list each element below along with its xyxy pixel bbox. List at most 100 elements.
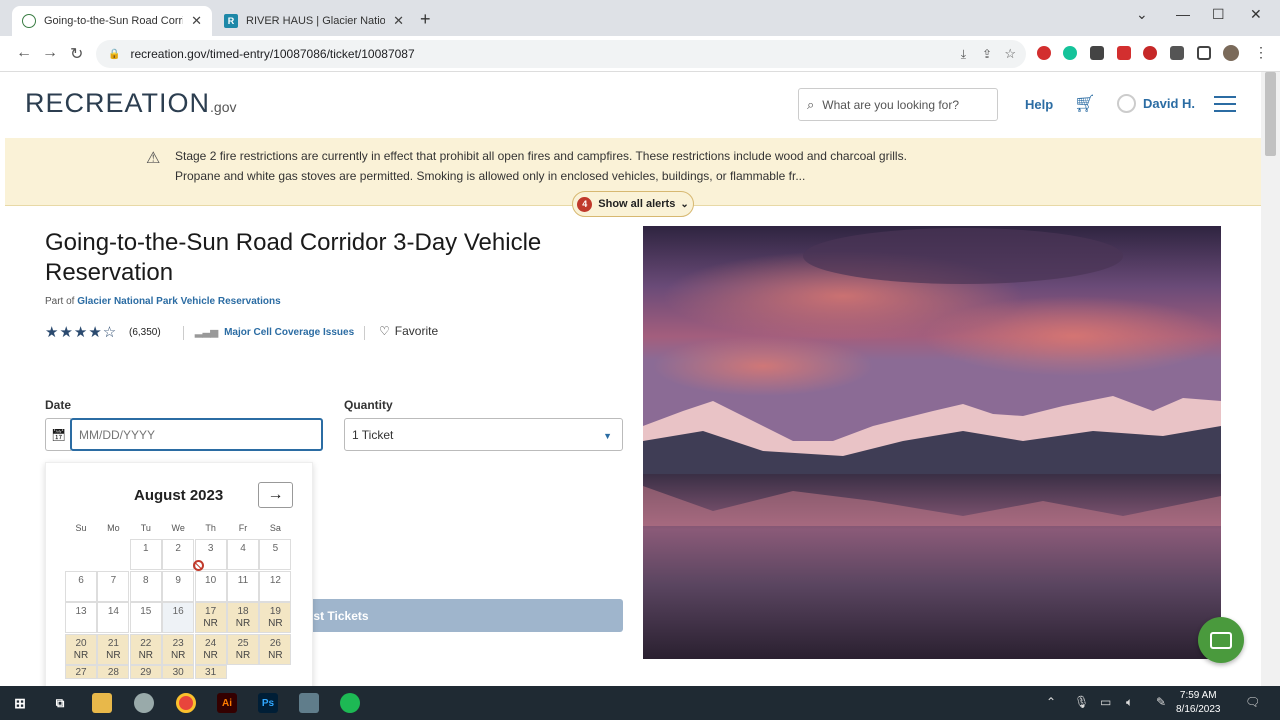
calendar-day[interactable]: 30 (162, 665, 195, 680)
calendar-day[interactable]: 6 (65, 570, 97, 602)
not-available-icon (193, 560, 204, 571)
calendar-day[interactable]: 16 (162, 602, 195, 634)
caret-down-icon: ▼ (603, 431, 612, 441)
close-tab-icon[interactable]: ✕ (191, 13, 202, 29)
back-icon[interactable]: ← (16, 44, 32, 62)
calendar-day[interactable]: 26 NR (259, 633, 292, 665)
chat-button[interactable] (1198, 617, 1244, 663)
task-view-icon[interactable]: ⧉ (50, 693, 70, 713)
extension-icon[interactable] (1117, 46, 1131, 60)
maximize-icon[interactable]: ☐ (1212, 6, 1225, 23)
install-icon[interactable]: ⤓ (961, 47, 966, 62)
photoshop-icon[interactable]: Ps (258, 693, 278, 713)
spotify-icon[interactable] (340, 693, 360, 713)
windows-start-icon[interactable]: ⊞ (10, 693, 30, 713)
volume-icon[interactable]: 🔈︎ (1126, 695, 1133, 710)
cart-icon[interactable]: 🛒︎ (1074, 94, 1096, 114)
adblock-extension-icon[interactable] (1037, 46, 1051, 60)
calendar-day[interactable]: 22 NR (129, 633, 162, 665)
puzzle-extensions-icon[interactable] (1170, 46, 1184, 60)
parent-link[interactable]: Glacier National Park Vehicle Reservatio… (77, 296, 280, 307)
share-icon[interactable]: ⇪ (982, 47, 992, 61)
calendar-day[interactable]: 20 NR (65, 633, 97, 665)
calendar-day[interactable]: 5 (259, 539, 292, 570)
calendar-day[interactable]: 31 (194, 665, 227, 680)
calendar-day[interactable]: 11 (227, 570, 259, 602)
notifications-icon[interactable]: 🗨︎ (1245, 695, 1260, 709)
calendar-day[interactable]: 15 (129, 602, 162, 634)
help-link[interactable]: Help (1025, 97, 1053, 112)
calendar-day[interactable]: 27 (65, 665, 97, 680)
calendar-empty-cell (97, 539, 129, 570)
tray-expand-icon[interactable]: ⌃ (1046, 695, 1056, 709)
calendar-day[interactable]: 7 (97, 570, 130, 602)
favorite-button[interactable]: ♡ Favorite (379, 324, 438, 338)
calendar-icon[interactable]: 📅︎ (45, 418, 71, 451)
reload-icon[interactable]: ↻ (70, 44, 83, 64)
new-tab-icon[interactable]: + (420, 9, 431, 30)
url-field[interactable]: 🔒 recreation.gov/timed-entry/10087086/ti… (96, 40, 1026, 68)
user-menu[interactable]: David H. (1117, 94, 1195, 113)
day-number: 13 (75, 606, 87, 618)
calendar-day[interactable]: 12 (259, 570, 292, 602)
grammarly-extension-icon[interactable] (1063, 46, 1077, 60)
weekday-label: Su (75, 523, 87, 533)
bookmark-star-icon[interactable]: ☆ (1004, 46, 1016, 62)
calendar-day[interactable]: 25 NR (227, 633, 259, 665)
illustrator-icon[interactable]: Ai (217, 693, 237, 713)
calendar-day[interactable]: 21 NR (97, 633, 130, 665)
calendar-day[interactable]: 9 (162, 570, 195, 602)
lake-mountain-photo (643, 226, 1221, 659)
calendar-day[interactable]: 1 (129, 539, 162, 570)
calendar-day[interactable]: 14 (97, 602, 130, 634)
microphone-icon[interactable]: 🎙︎ (1074, 695, 1089, 709)
date-input[interactable] (70, 418, 323, 451)
scrollbar-thumb[interactable] (1265, 72, 1276, 156)
close-window-icon[interactable]: ✕ (1250, 6, 1262, 23)
show-all-alerts-button[interactable]: 4 Show all alerts ⌄ (572, 191, 694, 217)
calendar-day[interactable]: 19 NR (259, 602, 292, 634)
tab-search-icon[interactable]: ⌄ (1136, 6, 1148, 23)
profile-avatar[interactable] (1223, 45, 1239, 61)
extension-icon[interactable] (1143, 46, 1157, 60)
next-month-button[interactable]: → (258, 482, 293, 508)
rating-count[interactable]: (6,350) (129, 327, 161, 338)
calendar-day[interactable]: 18 NR (227, 602, 259, 634)
calendar-day[interactable]: 2 (162, 539, 195, 570)
clock[interactable]: 7:59 AM 8/16/2023 (1176, 689, 1221, 717)
extension-icon[interactable] (1090, 46, 1104, 60)
file-explorer-icon[interactable] (92, 693, 112, 713)
calendar-empty-cell (65, 539, 97, 570)
search-input[interactable]: ⌕ What are you looking for? (798, 88, 998, 121)
quantity-select[interactable]: 1 Ticket ▼ (344, 418, 623, 451)
calendar-day[interactable]: 17 NR (194, 602, 227, 634)
chrome-icon[interactable] (176, 693, 196, 713)
cell-coverage-link[interactable]: ▂▃▅ Major Cell Coverage Issues (195, 327, 354, 338)
app-icon[interactable] (134, 693, 154, 713)
page-scrollbar[interactable] (1261, 72, 1280, 686)
battery-icon[interactable]: ▭ (1100, 695, 1111, 709)
calendar-day[interactable]: 8 (129, 570, 162, 602)
calendar-day[interactable]: 10 (194, 570, 227, 602)
close-tab-icon[interactable]: ✕ (393, 13, 404, 29)
side-panel-icon[interactable] (1197, 46, 1211, 60)
riverhaus-favicon-icon: R (224, 14, 238, 28)
forward-icon[interactable]: → (42, 44, 58, 62)
day-number: 8 (143, 574, 149, 586)
rating-stars[interactable]: ★★★★☆ (45, 323, 117, 341)
tab-going-to-the-sun[interactable]: Going-to-the-Sun Road Corridor ✕ (12, 6, 212, 36)
calendar-day[interactable]: 13 (65, 602, 97, 634)
calendar-day[interactable]: 29 (129, 665, 162, 680)
pen-icon[interactable]: ✎ (1156, 695, 1166, 709)
calendar-day[interactable]: 24 NR (194, 633, 227, 665)
calendar-day[interactable]: 28 (97, 665, 130, 680)
calendar-day[interactable]: 23 NR (162, 633, 195, 665)
kebab-menu-icon[interactable]: ⋮ (1254, 44, 1268, 61)
minimize-icon[interactable]: — (1176, 6, 1190, 22)
calculator-icon[interactable] (299, 693, 319, 713)
calendar-day[interactable]: 4 (227, 539, 259, 570)
chat-bubble-icon (1210, 631, 1232, 649)
recreation-logo[interactable]: RECREATION.gov (25, 88, 236, 119)
tab-river-haus[interactable]: R RIVER HAUS | Glacier National Pa ✕ (214, 6, 414, 36)
hamburger-menu-icon[interactable] (1214, 96, 1236, 117)
